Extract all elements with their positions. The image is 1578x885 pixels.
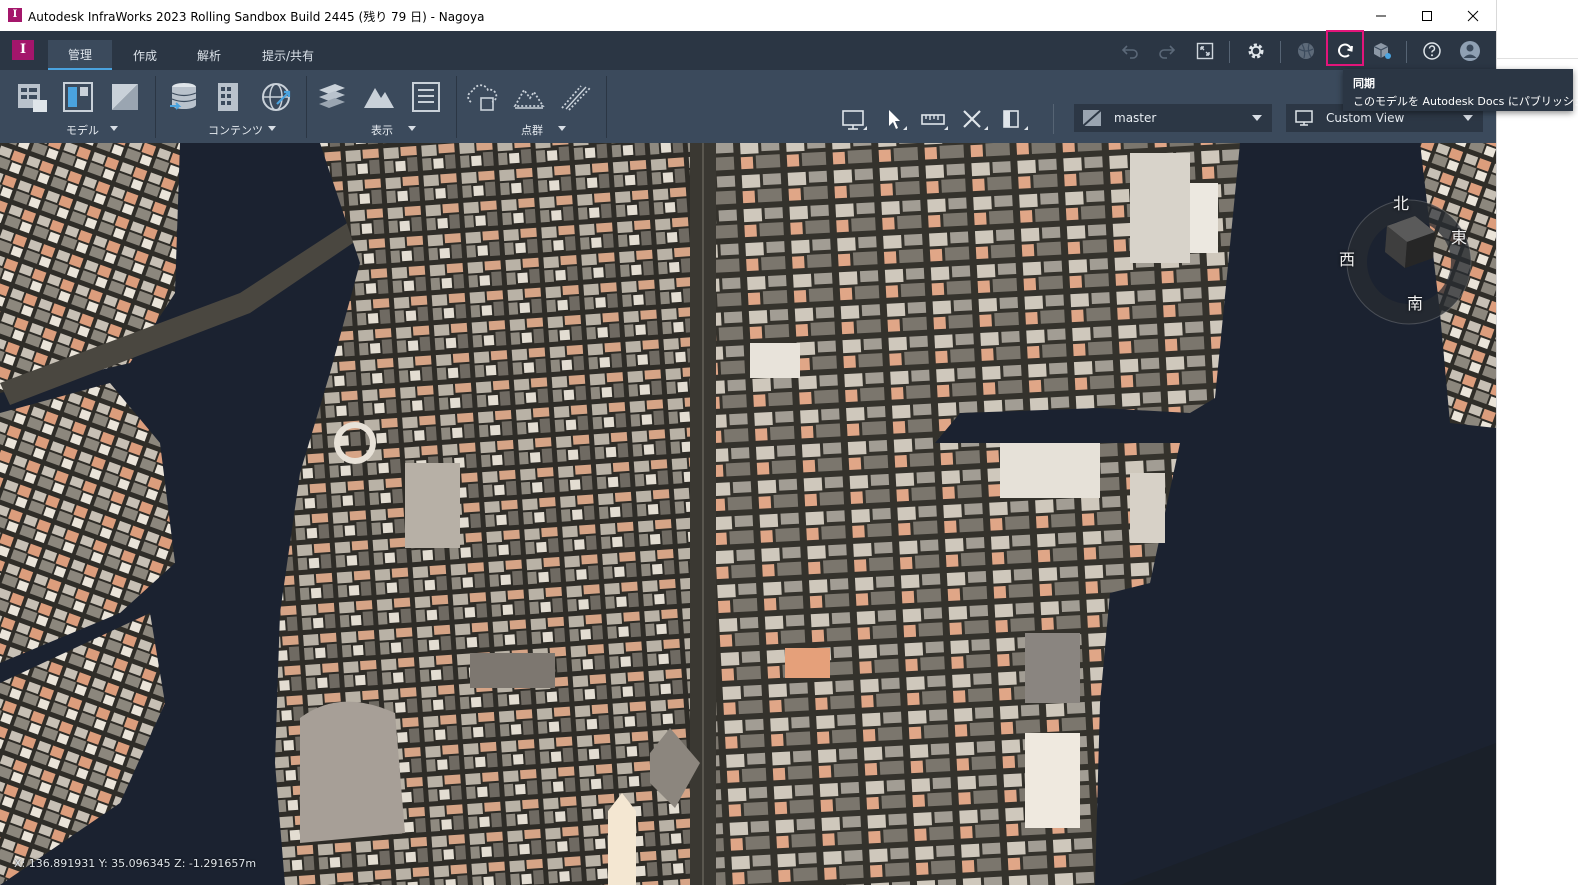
tab-manage[interactable]: 管理	[48, 40, 112, 70]
tooltip-description: このモデルを Autodesk Docs にパブリッシュ	[1353, 95, 1578, 108]
ribbon-panel: モデル コンテンツ 表示 点群 master Custom View	[0, 70, 1496, 143]
user-avatar-icon	[1460, 41, 1480, 61]
terrain-icon	[364, 88, 394, 108]
layers-button[interactable]	[313, 78, 351, 116]
app-icon: I	[8, 8, 22, 22]
style-palette-icon	[112, 84, 138, 110]
terrain-button[interactable]	[360, 78, 398, 116]
select-pointer-icon	[889, 110, 907, 130]
tools-cross-icon	[963, 110, 988, 130]
pointcloud-road-button[interactable]	[557, 78, 595, 116]
data-sources-button[interactable]	[165, 78, 203, 116]
help-button[interactable]	[1418, 37, 1446, 65]
group-expand-display[interactable]	[408, 126, 416, 131]
model-browser-button[interactable]	[13, 78, 51, 116]
title-bar: I Autodesk InfraWorks 2023 Rolling Sandb…	[0, 0, 1496, 31]
buildings-button[interactable]	[210, 78, 248, 116]
close-button[interactable]	[1450, 0, 1496, 31]
city-aerial-render	[0, 143, 1496, 885]
view-cube-compass[interactable]: 北 東 南 西	[1339, 194, 1473, 326]
maximize-button[interactable]	[1404, 0, 1450, 31]
display-mode-button[interactable]	[840, 106, 868, 134]
pointcloud-road-icon	[561, 85, 591, 111]
tools-cross-button[interactable]	[960, 106, 988, 134]
fit-view-button[interactable]	[1191, 37, 1219, 65]
tooltip-title: 同期	[1353, 77, 1375, 90]
group-label-display: 表示	[371, 124, 393, 137]
measure-button[interactable]	[920, 106, 948, 134]
pointcloud-cloud-icon	[467, 84, 498, 111]
app-menu-button[interactable]: I	[12, 40, 34, 60]
ribbon-tab-bar: I 管理 作成 解析 提示/共有	[0, 31, 1496, 70]
window-title: Autodesk InfraWorks 2023 Rolling Sandbox…	[28, 10, 485, 24]
maximize-icon	[1422, 10, 1432, 21]
minimize-button[interactable]	[1358, 0, 1404, 31]
list-panel-icon	[412, 82, 440, 112]
group-expand-pointcloud[interactable]	[558, 126, 566, 131]
pointcloud-cloud-button[interactable]	[463, 78, 501, 116]
compass-west-label: 西	[1339, 250, 1356, 269]
tab-create[interactable]: 作成	[120, 40, 170, 70]
model-browser-icon	[18, 84, 47, 112]
view-monitor-icon	[1295, 110, 1313, 126]
list-panel-button[interactable]	[407, 78, 445, 116]
select-pointer-button[interactable]	[880, 106, 908, 134]
group-expand-model[interactable]	[110, 126, 118, 131]
model-panel-button[interactable]	[59, 78, 97, 116]
coordinates-readout: X: 136.891931 Y: 35.096345 Z: -1.291657m	[14, 857, 257, 870]
undo-icon	[1121, 45, 1138, 59]
tab-present-share[interactable]: 提示/共有	[252, 40, 324, 70]
proposal-value: master	[1114, 111, 1157, 125]
compass-south-label: 南	[1407, 294, 1424, 313]
globe-button[interactable]	[1292, 37, 1320, 65]
infraworks-window: I Autodesk InfraWorks 2023 Rolling Sandb…	[0, 0, 1496, 885]
layers-icon	[319, 84, 345, 108]
view-value: Custom View	[1326, 111, 1405, 125]
settings-button[interactable]	[1242, 37, 1270, 65]
globe-import-button[interactable]	[257, 78, 295, 116]
settings-gear-icon	[1248, 43, 1264, 59]
proposal-icon	[1082, 109, 1102, 127]
minimize-icon	[1376, 15, 1386, 16]
undo-button[interactable]	[1116, 37, 1144, 65]
compass-north-label: 北	[1393, 194, 1410, 213]
pointcloud-terrain-icon	[513, 88, 545, 109]
pointcloud-terrain-button[interactable]	[510, 78, 548, 116]
background-window	[1496, 0, 1578, 885]
publish-button[interactable]	[1368, 37, 1396, 65]
close-icon	[1467, 10, 1479, 21]
group-label-model: モデル	[66, 124, 99, 137]
globe-icon	[1298, 43, 1314, 59]
proposal-dropdown[interactable]: master	[1074, 104, 1272, 132]
compass-east-label: 東	[1451, 228, 1468, 247]
group-expand-content[interactable]	[268, 126, 276, 131]
chevron-down-icon	[1252, 115, 1262, 121]
measure-icon	[921, 114, 948, 130]
globe-import-icon	[262, 83, 291, 111]
model-panel-icon	[63, 82, 93, 112]
split-view-icon	[1003, 110, 1028, 130]
style-palette-button[interactable]	[106, 78, 144, 116]
tab-analyze[interactable]: 解析	[184, 40, 234, 70]
redo-icon	[1159, 45, 1176, 59]
help-icon	[1423, 42, 1441, 60]
display-mode-icon	[842, 110, 867, 130]
chevron-down-icon	[1463, 115, 1473, 121]
sync-tooltip: 同期 このモデルを Autodesk Docs にパブリッシュ	[1343, 69, 1578, 111]
split-view-button[interactable]	[1000, 106, 1028, 134]
user-avatar-button[interactable]	[1456, 37, 1484, 65]
data-sources-icon	[170, 83, 197, 110]
fit-view-icon	[1196, 42, 1214, 60]
map-viewport[interactable]: X: 136.891931 Y: 35.096345 Z: -1.291657m…	[0, 143, 1496, 885]
redo-button[interactable]	[1153, 37, 1181, 65]
sync-button-highlight	[1326, 30, 1364, 66]
publish-cube-icon	[1373, 43, 1391, 59]
group-label-content: コンテンツ	[208, 124, 263, 137]
group-label-pointcloud: 点群	[521, 124, 543, 137]
buildings-icon	[218, 83, 238, 111]
